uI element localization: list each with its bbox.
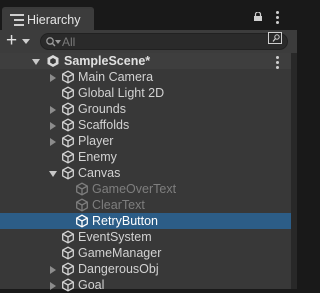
hierarchy-item-label: Grounds <box>78 102 126 116</box>
hierarchy-item-label: Canvas <box>78 166 121 180</box>
hierarchy-item[interactable]: GameOverText <box>0 181 291 197</box>
tab-bar: Hierarchy <box>0 0 297 30</box>
unity-scene-icon <box>47 55 59 67</box>
cube-icon <box>62 246 74 260</box>
cube-icon <box>62 102 74 116</box>
hierarchy-item[interactable]: Main Camera <box>0 69 291 85</box>
cube-icon <box>62 70 74 84</box>
cube-icon <box>62 278 74 292</box>
hierarchy-item[interactable]: Global Light 2D <box>0 85 291 101</box>
hierarchy-item-label: GameOverText <box>92 182 177 196</box>
cube-icon <box>76 214 88 228</box>
hierarchy-item[interactable]: Goal <box>0 277 291 293</box>
search-by-type-icon[interactable] <box>268 32 282 44</box>
hierarchy-item[interactable]: Player <box>0 133 291 149</box>
scrollbar[interactable] <box>291 53 297 289</box>
expand-toggle-icon[interactable] <box>48 105 57 114</box>
hierarchy-item[interactable]: Grounds <box>0 101 291 117</box>
tab-hierarchy[interactable]: Hierarchy <box>2 7 94 30</box>
hierarchy-item-label: EventSystem <box>78 230 152 244</box>
hierarchy-item-label: GameManager <box>78 246 162 260</box>
hierarchy-item-label: Global Light 2D <box>78 86 165 100</box>
toolbar: + <box>0 30 297 53</box>
search-field[interactable] <box>40 33 288 50</box>
cube-icon <box>62 150 74 164</box>
hierarchy-item[interactable]: Scaffolds <box>0 117 291 133</box>
hierarchy-item[interactable]: Enemy <box>0 149 291 165</box>
hierarchy-item-label: RetryButton <box>92 214 159 228</box>
add-button[interactable]: + <box>6 31 17 50</box>
add-dropdown-icon[interactable] <box>22 39 30 44</box>
cube-icon <box>62 134 74 148</box>
tab-title: Hierarchy <box>27 12 81 27</box>
expand-toggle-icon[interactable] <box>48 121 57 130</box>
hierarchy-item[interactable]: EventSystem <box>0 229 291 245</box>
hierarchy-icon <box>10 13 24 26</box>
scene-name: SampleScene* <box>64 54 151 68</box>
search-filter-dropdown-icon[interactable] <box>55 40 61 44</box>
cube-icon <box>62 262 74 276</box>
hierarchy-item-label: Player <box>78 134 114 148</box>
cube-icon <box>62 86 74 100</box>
hierarchy-tree: SampleScene* Main Camera Global Light 2D G… <box>0 53 291 292</box>
hierarchy-item[interactable]: GameManager <box>0 245 291 261</box>
hierarchy-item[interactable]: Canvas <box>0 165 291 181</box>
hierarchy-item[interactable]: ClearText <box>0 197 291 213</box>
hierarchy-item-label: DangerousObj <box>78 262 159 276</box>
cube-icon <box>62 118 74 132</box>
hierarchy-item-label: Enemy <box>78 150 117 164</box>
cube-icon <box>76 198 88 212</box>
scene-row[interactable]: SampleScene* <box>0 53 291 69</box>
hierarchy-item-label: Main Camera <box>78 70 154 84</box>
hierarchy-item-label: ClearText <box>92 198 145 212</box>
search-input[interactable] <box>62 34 262 49</box>
scene-expand-toggle[interactable] <box>31 57 40 66</box>
collapse-toggle-icon[interactable] <box>48 169 57 178</box>
hierarchy-item[interactable]: RetryButton <box>0 213 291 229</box>
cube-icon <box>76 182 88 196</box>
expand-toggle-icon[interactable] <box>48 137 57 146</box>
lock-icon[interactable] <box>253 12 263 21</box>
hierarchy-item[interactable]: DangerousObj <box>0 261 291 277</box>
expand-toggle-icon[interactable] <box>48 265 57 274</box>
scene-menu-icon[interactable] <box>275 56 279 69</box>
expand-toggle-icon[interactable] <box>48 73 57 82</box>
panel-menu-icon[interactable] <box>275 11 279 24</box>
cube-icon <box>62 166 74 180</box>
hierarchy-item-label: Scaffolds <box>78 118 130 132</box>
cube-icon <box>62 230 74 244</box>
hierarchy-item-label: Goal <box>78 278 105 292</box>
